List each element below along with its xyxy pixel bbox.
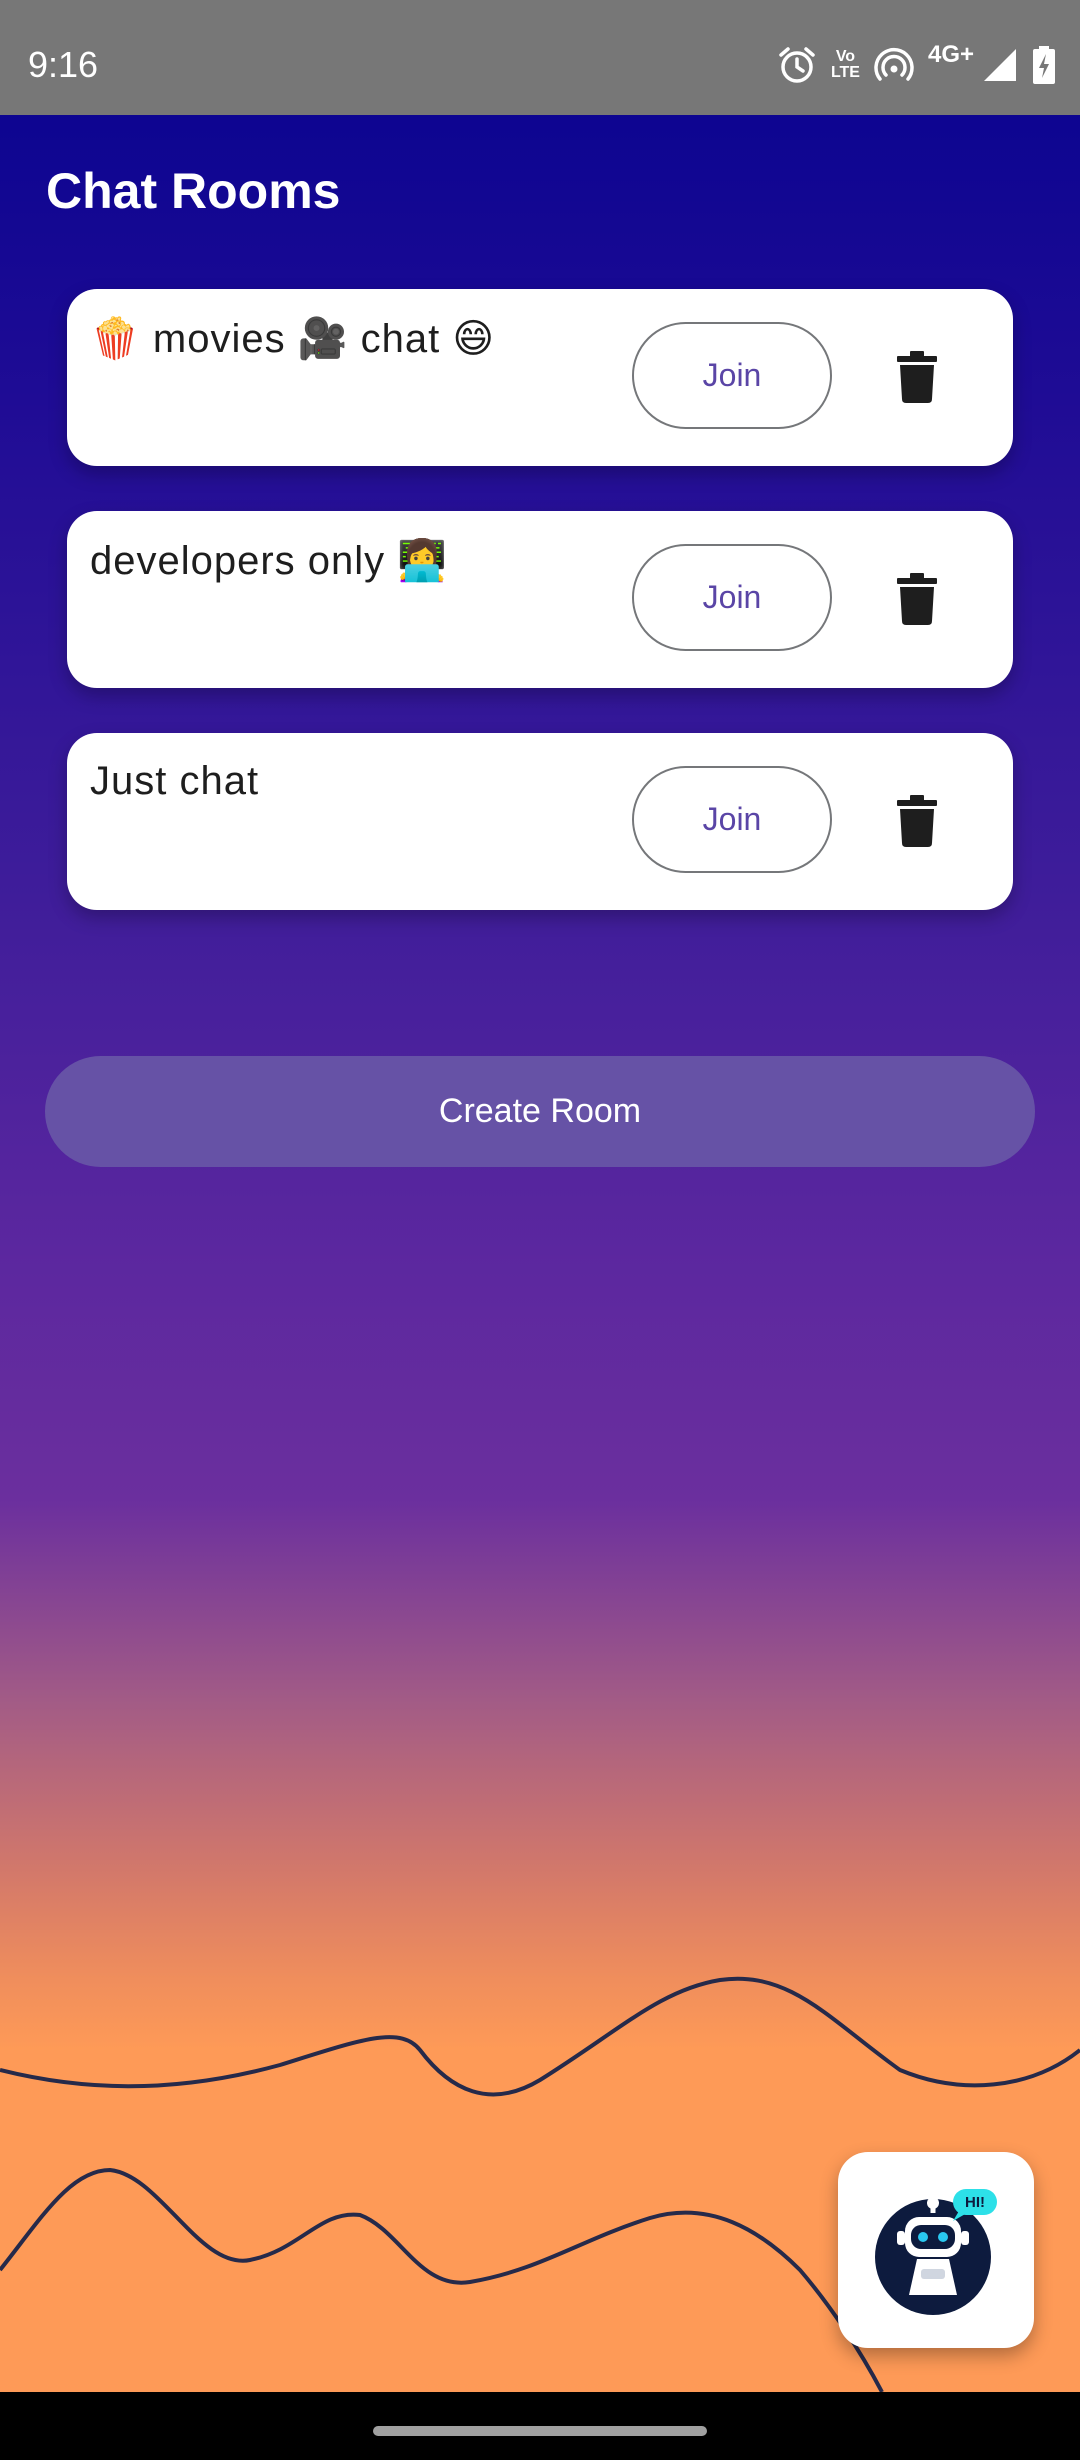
status-bar: 9:16 Vo LTE 4G+ bbox=[0, 0, 1080, 115]
room-card: 🍿 movies 🎥 chat 😄 Join bbox=[67, 289, 1013, 466]
chatbot-button[interactable]: HI! bbox=[838, 2152, 1034, 2348]
page-title: Chat Rooms bbox=[46, 163, 341, 219]
trash-icon bbox=[897, 351, 937, 403]
room-name: 🍿 movies 🎥 chat 😄 bbox=[90, 317, 496, 361]
chatbot-badge: HI! bbox=[965, 2194, 985, 2211]
network-type: 4G+ bbox=[927, 41, 974, 68]
join-button[interactable]: Join bbox=[632, 544, 832, 651]
create-room-button[interactable]: Create Room bbox=[45, 1056, 1035, 1167]
status-icons: Vo LTE 4G+ bbox=[777, 40, 1056, 90]
delete-button[interactable] bbox=[887, 347, 947, 407]
trash-icon bbox=[897, 795, 937, 847]
volte-bottom: LTE bbox=[830, 64, 860, 81]
status-time: 9:16 bbox=[28, 44, 99, 85]
join-button[interactable]: Join bbox=[632, 766, 832, 873]
robot-icon: HI! bbox=[875, 2189, 997, 2315]
room-card: developers only 👩‍💻 Join bbox=[67, 511, 1013, 688]
trash-icon bbox=[897, 573, 937, 625]
room-card: Just chat Join bbox=[67, 733, 1013, 910]
hotspot-icon bbox=[874, 45, 914, 85]
signal-icon bbox=[982, 47, 1018, 83]
alarm-icon bbox=[777, 45, 817, 85]
volte-top: Vo bbox=[835, 48, 856, 65]
delete-button[interactable] bbox=[887, 791, 947, 851]
room-name: Just chat bbox=[90, 759, 260, 803]
room-name: developers only 👩‍💻 bbox=[90, 539, 449, 583]
join-button[interactable]: Join bbox=[632, 322, 832, 429]
navigation-bar bbox=[0, 2392, 1080, 2460]
volte-icon: Vo LTE bbox=[831, 49, 860, 81]
home-handle[interactable] bbox=[373, 2426, 707, 2436]
delete-button[interactable] bbox=[887, 569, 947, 629]
battery-charging-icon bbox=[1032, 45, 1056, 85]
